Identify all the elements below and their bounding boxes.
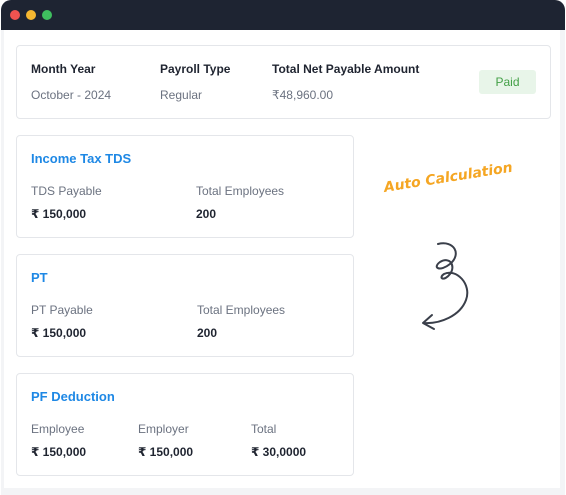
pt-title: PT xyxy=(31,270,48,285)
pf-total-label: Total xyxy=(251,422,277,436)
curly-arrow-icon xyxy=(422,242,469,330)
payroll-summary-card: Month Year October - 2024 Payroll Type R… xyxy=(16,45,551,119)
pf-employer-label: Employer xyxy=(138,422,189,436)
pf-employee-value: ₹ 150,000 xyxy=(31,445,87,459)
tds-employees-value: 200 xyxy=(196,207,217,221)
month-year-label: Month Year xyxy=(31,62,96,76)
minimize-window-dot[interactable] xyxy=(26,10,36,20)
close-window-dot[interactable] xyxy=(10,10,20,20)
app-window: Month Year October - 2024 Payroll Type R… xyxy=(1,0,565,495)
income-tax-title: Income Tax TDS xyxy=(31,151,132,166)
tds-payable-value: ₹ 150,000 xyxy=(31,207,87,221)
payroll-type-value: Regular xyxy=(160,88,203,102)
payroll-type-label: Payroll Type xyxy=(160,62,231,76)
pf-total-value: ₹ 30,0000 xyxy=(251,445,307,459)
pt-employees-label: Total Employees xyxy=(197,303,286,317)
pf-deduction-card[interactable]: PF Deduction Employee ₹ 150,000 Employer… xyxy=(16,373,354,476)
income-tax-card[interactable]: Income Tax TDS TDS Payable ₹ 150,000 Tot… xyxy=(16,135,354,238)
month-year-value: October - 2024 xyxy=(31,88,112,102)
pf-employee-label: Employee xyxy=(31,422,85,436)
net-payable-label: Total Net Payable Amount xyxy=(272,62,420,76)
pf-deduction-title: PF Deduction xyxy=(31,389,115,404)
pt-employees-value: 200 xyxy=(197,326,218,340)
status-badge: Paid xyxy=(479,70,536,94)
tds-payable-label: TDS Payable xyxy=(31,184,102,198)
maximize-window-dot[interactable] xyxy=(42,10,52,20)
net-payable-value: ₹48,960.00 xyxy=(272,88,334,102)
tds-employees-label: Total Employees xyxy=(196,184,285,198)
window-titlebar xyxy=(1,0,565,30)
pf-employer-value: ₹ 150,000 xyxy=(138,445,194,459)
pt-payable-label: PT Payable xyxy=(31,303,93,317)
pt-payable-value: ₹ 150,000 xyxy=(31,326,87,340)
pt-card[interactable]: PT PT Payable ₹ 150,000 Total Employees … xyxy=(16,254,354,357)
